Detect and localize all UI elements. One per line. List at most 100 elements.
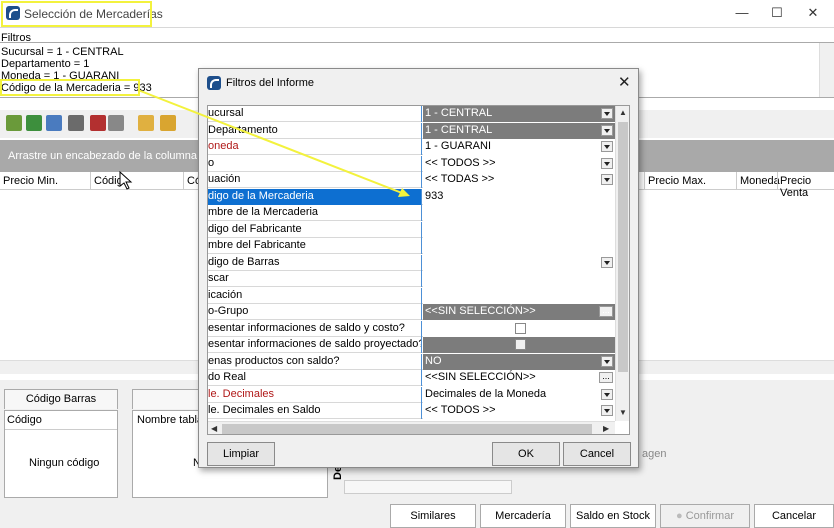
cancelar-button[interactable]: Cancelar — [754, 504, 834, 528]
vertical-scroll-thumb[interactable] — [618, 122, 628, 372]
filters-scrollbar[interactable] — [819, 43, 834, 97]
dropdown-arrow-icon[interactable] — [601, 141, 613, 152]
dialog-horizontal-scrollbar[interactable]: ◀ ▶ — [208, 421, 615, 434]
columns-icon[interactable] — [90, 115, 106, 131]
limpiar-button[interactable]: Limpiar — [207, 442, 275, 466]
filter-row-label: digo de la Mercaderia — [208, 188, 422, 205]
dropdown-arrow-icon[interactable] — [601, 157, 613, 169]
filter-row[interactable]: le. Decimales en Saldo << TODOS >> — [208, 403, 615, 419]
filter-row-value[interactable]: NO — [423, 353, 615, 370]
filter-row[interactable]: ucursal 1 - CENTRAL — [208, 106, 615, 122]
column-header[interactable]: Precio Venta — [780, 175, 834, 199]
filter-row-value[interactable] — [423, 337, 615, 353]
dropdown-arrow-icon[interactable] — [601, 124, 613, 136]
scroll-left-icon[interactable]: ◀ — [211, 424, 217, 433]
filter-row-value[interactable]: 1 - GUARANI — [423, 139, 615, 155]
filter-row-value[interactable]: Decimales de la Moneda — [423, 386, 615, 403]
filter-row[interactable]: enas productos con saldo? NO — [208, 353, 615, 370]
filter-row-value[interactable] — [423, 238, 615, 254]
column-header[interactable]: Precio Max. — [648, 175, 706, 187]
dialog-close-icon[interactable]: ✕ — [618, 73, 631, 91]
filter-row[interactable]: o-Grupo <<SIN SELECCIÓN>>... — [208, 304, 615, 320]
filter-row-value[interactable]: << TODOS >> — [423, 403, 615, 419]
filter-row[interactable]: icación — [208, 287, 615, 304]
filter-row-value[interactable] — [423, 320, 615, 337]
confirmar-label: Confirmar — [685, 510, 734, 522]
similares-button[interactable]: Similares — [390, 504, 476, 528]
ellipsis-button[interactable]: ... — [599, 372, 613, 383]
dropdown-arrow-icon[interactable] — [601, 355, 613, 367]
open-folder-icon[interactable] — [138, 115, 154, 131]
filter-row-value[interactable] — [423, 205, 615, 221]
filter-value-text: NO — [425, 354, 442, 367]
filter-row-value[interactable]: <<SIN SELECCIÓN>>... — [423, 304, 615, 320]
filter-row[interactable]: esentar informaciones de saldo proyectad… — [208, 337, 615, 353]
dialog-app-icon — [207, 76, 221, 90]
horizontal-scroll-thumb[interactable] — [222, 424, 592, 434]
filter-row[interactable]: digo del Fabricante — [208, 221, 615, 238]
filter-row[interactable]: scar — [208, 271, 615, 287]
filter-row-value[interactable] — [423, 271, 615, 287]
folder-icon[interactable] — [160, 115, 176, 131]
filter-row[interactable]: o << TODOS >> — [208, 155, 615, 172]
filter-row-label: oneda — [208, 139, 422, 155]
dropdown-arrow-icon[interactable] — [601, 174, 613, 185]
saldo-stock-button[interactable]: Saldo en Stock — [570, 504, 656, 528]
filter-row-value[interactable]: 1 - CENTRAL — [423, 122, 615, 139]
filter-row-value[interactable]: 933 — [423, 188, 615, 205]
checkbox[interactable] — [515, 322, 526, 334]
filter-row-label: esentar informaciones de saldo y costo? — [208, 320, 422, 337]
filter-row[interactable]: digo de la Mercaderia 933 — [208, 188, 615, 205]
filter-row-label: digo del Fabricante — [208, 221, 422, 238]
refresh-icon[interactable] — [26, 115, 42, 131]
filter-row[interactable]: uación << TODAS >> — [208, 172, 615, 188]
filter-row[interactable]: oneda 1 - GUARANI — [208, 139, 615, 155]
description-scrollbar[interactable] — [344, 480, 512, 494]
filter-row-value[interactable]: << TODOS >> — [423, 155, 615, 172]
ok-label: OK — [518, 448, 534, 460]
filter-row-value[interactable] — [423, 287, 615, 304]
filter-icon[interactable] — [6, 115, 22, 131]
filter-value-text: 1 - GUARANI — [425, 140, 492, 152]
filter-row[interactable]: do Real <<SIN SELECCIÓN>>... — [208, 370, 615, 386]
filter-row[interactable]: digo de Barras — [208, 254, 615, 271]
filter-value-text: 933 — [425, 189, 444, 202]
column-header[interactable]: Precio Min. — [3, 175, 58, 187]
filter-row[interactable]: le. Decimales Decimales de la Moneda — [208, 386, 615, 403]
filter-row-value[interactable]: << TODAS >> — [423, 172, 615, 188]
scroll-right-icon[interactable]: ▶ — [603, 424, 609, 433]
scroll-up-icon[interactable]: ▲ — [619, 108, 627, 117]
minimize-button[interactable]: — — [734, 6, 750, 20]
ok-button[interactable]: OK — [492, 442, 560, 466]
confirmar-button[interactable]: ● Confirmar — [660, 504, 750, 528]
dropdown-arrow-icon[interactable] — [601, 405, 613, 416]
sort-icon[interactable] — [108, 115, 124, 131]
dropdown-arrow-icon[interactable] — [601, 256, 613, 268]
filter-row[interactable]: mbre de la Mercaderia — [208, 205, 615, 221]
dropdown-arrow-icon[interactable] — [601, 388, 613, 400]
filter-row[interactable]: mbre del Fabricante — [208, 238, 615, 254]
filter-row-value[interactable] — [423, 221, 615, 238]
column-header[interactable]: Códig — [94, 175, 123, 187]
cancel-button[interactable]: Cancel — [563, 442, 631, 466]
print-icon[interactable] — [68, 115, 84, 131]
checkbox[interactable] — [515, 339, 526, 350]
scroll-down-icon[interactable]: ▼ — [619, 408, 627, 417]
mercaderia-button[interactable]: Mercadería — [480, 504, 566, 528]
dropdown-arrow-icon[interactable] — [601, 108, 613, 119]
filter-row-label: scar — [208, 271, 422, 287]
filter-row[interactable]: Departamento 1 - CENTRAL — [208, 122, 615, 139]
ellipsis-button[interactable]: ... — [599, 306, 613, 317]
close-button[interactable]: ✕ — [805, 6, 821, 20]
filter-row-value[interactable]: 1 - CENTRAL — [423, 106, 615, 122]
column-header[interactable]: Moneda — [740, 175, 780, 187]
maximize-button[interactable]: ☐ — [769, 6, 785, 20]
dialog-vertical-scrollbar[interactable]: ▲ ▼ — [615, 106, 629, 421]
filter-row-value[interactable] — [423, 254, 615, 271]
dialog-title: Filtros del Informe — [226, 77, 315, 89]
export-icon[interactable] — [46, 115, 62, 131]
filter-row[interactable]: esentar informaciones de saldo y costo? — [208, 320, 615, 337]
filter-row-value[interactable]: <<SIN SELECCIÓN>>... — [423, 370, 615, 386]
filter-value-text: << TODAS >> — [425, 173, 495, 185]
tab-codigo-barras[interactable]: Código Barras — [4, 389, 118, 409]
